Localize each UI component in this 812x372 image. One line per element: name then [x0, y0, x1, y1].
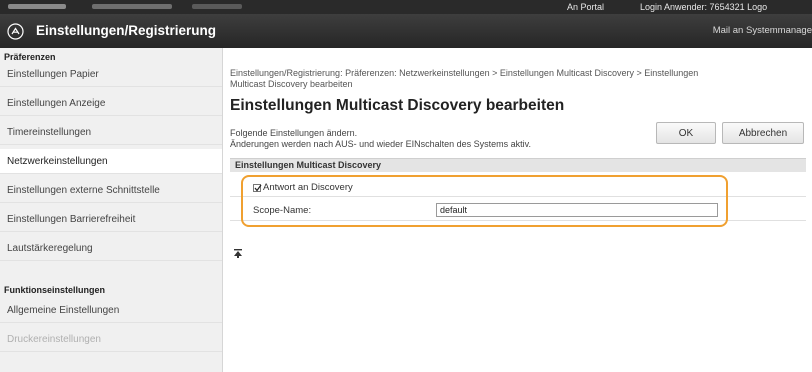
app-title: Einstellungen/Registrierung — [36, 23, 217, 38]
scope-name-input[interactable] — [436, 203, 718, 217]
back-to-top-icon[interactable] — [233, 249, 243, 261]
sidebar-item-timer[interactable]: Timereinstellungen — [0, 120, 222, 145]
login-user-info: Login Anwender: 7654321 Logo — [640, 2, 768, 12]
sidebar-item-printer[interactable]: Druckereinstellungen — [0, 327, 222, 352]
sidebar-item-display[interactable]: Einstellungen Anzeige — [0, 91, 222, 116]
breadcrumb: Einstellungen/Registrierung: Präferenzen… — [230, 68, 800, 90]
mail-to-admin-link[interactable]: Mail an Systemmanage — [713, 25, 812, 36]
blurred-device-name — [8, 4, 66, 9]
up-arrow-icon — [234, 249, 242, 258]
main-content: Einstellungen/Registrierung: Präferenzen… — [222, 48, 812, 372]
breadcrumb-line-2: Multicast Discovery bearbeiten — [230, 79, 353, 89]
sidebar-item-network[interactable]: Netzwerkeinstellungen — [0, 149, 222, 174]
scope-name-label: Scope-Name: — [253, 205, 312, 216]
sidebar-section-preferences: Präferenzen — [4, 52, 56, 62]
breadcrumb-line-1: Einstellungen/Registrierung: Präferenzen… — [230, 68, 699, 78]
cancel-button[interactable]: Abbrechen — [722, 122, 804, 144]
instructions: Folgende Einstellungen ändern. Änderunge… — [230, 128, 531, 150]
sidebar: Präferenzen Einstellungen Papier Einstel… — [0, 48, 223, 372]
ok-button[interactable]: OK — [656, 122, 716, 144]
sidebar-section-functions: Funktionseinstellungen — [4, 285, 106, 295]
sidebar-item-external-interface[interactable]: Einstellungen externe Schnittstelle — [0, 178, 222, 203]
section-header: Einstellungen Multicast Discovery — [230, 158, 806, 172]
page-title: Einstellungen Multicast Discovery bearbe… — [230, 97, 565, 114]
settings-registration-icon — [7, 23, 24, 40]
top-status-bar: An Portal Login Anwender: 7654321 Logo — [0, 0, 812, 14]
discovery-response-label: Antwort an Discovery — [263, 182, 353, 193]
blurred-device-info-2 — [192, 4, 242, 9]
portal-link[interactable]: An Portal — [567, 2, 604, 12]
discovery-response-checkbox[interactable] — [253, 184, 262, 192]
instructions-line-1: Folgende Einstellungen ändern. — [230, 128, 358, 138]
sidebar-item-general[interactable]: Allgemeine Einstellungen — [0, 298, 222, 323]
instructions-line-2: Änderungen werden nach AUS- und wieder E… — [230, 139, 531, 149]
sidebar-item-volume[interactable]: Lautstärkeregelung — [0, 236, 222, 261]
sidebar-item-paper[interactable]: Einstellungen Papier — [0, 62, 222, 87]
blurred-device-info — [92, 4, 172, 9]
checkmark-icon — [254, 184, 262, 192]
app-header: Einstellungen/Registrierung Mail an Syst… — [0, 14, 812, 48]
sidebar-item-accessibility[interactable]: Einstellungen Barrierefreiheit — [0, 207, 222, 232]
